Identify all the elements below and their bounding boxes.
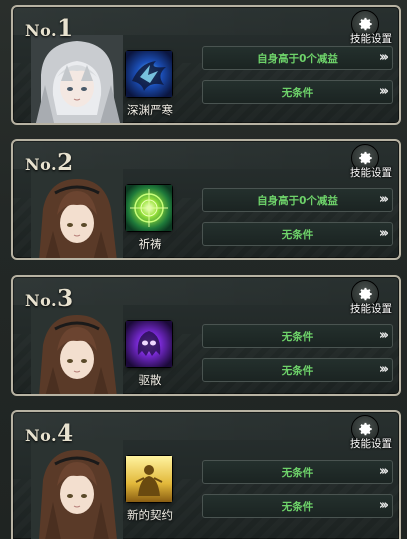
condition-button-2[interactable]: 无条件 ››› [202,358,393,382]
condition-text: 无条件 [281,330,314,343]
chevrons-right-icon: ››› [378,192,389,207]
condition-text: 无条件 [281,466,314,479]
condition-text: 无条件 [281,500,314,513]
character-portrait-brown-hair[interactable] [31,169,123,258]
skill-slot-1: No.1 深渊严寒 自身高于0个减益 ››› 无条件 ››› 技能设置 [11,5,401,125]
chevrons-right-icon: ››› [378,226,389,241]
slot-number-label: No.1 [25,15,74,42]
condition-text: 无条件 [281,86,314,99]
skill-slot-2: No.2 祈祷 自身高于0个减益 ››› 无条件 ››› 技能设置 [11,139,401,260]
golden-figure-icon[interactable] [126,456,172,502]
chevrons-right-icon: ››› [378,84,389,99]
skill-settings-label[interactable]: 技能设置 [350,301,392,316]
condition-button-2[interactable]: 无条件 ››› [202,222,393,246]
condition-button-2[interactable]: 无条件 ››› [202,494,393,518]
character-portrait-silver-hair[interactable] [31,35,123,123]
chevrons-right-icon: ››› [378,498,389,513]
skill-settings-label[interactable]: 技能设置 [350,31,392,46]
chevrons-right-icon: ››› [378,50,389,65]
slot-number-label: No.2 [25,149,74,176]
condition-text: 自身高于0个减益 [257,52,338,65]
chevrons-right-icon: ››› [378,362,389,377]
condition-button-1[interactable]: 无条件 ››› [202,324,393,348]
condition-button-1[interactable]: 自身高于0个减益 ››› [202,188,393,212]
character-portrait-brown-hair[interactable] [31,305,123,394]
skill-settings-label[interactable]: 技能设置 [350,165,392,180]
character-portrait-brown-hair[interactable] [31,440,123,539]
skill-name: 驱散 [138,373,162,387]
skill-name: 祈祷 [138,237,162,251]
condition-text: 无条件 [281,228,314,241]
purple-ghost-icon[interactable] [126,321,172,367]
skill-name: 新的契约 [127,508,173,522]
slot-number-label: No.4 [25,420,74,447]
condition-button-2[interactable]: 无条件 ››› [202,80,393,104]
skill-name: 深渊严寒 [127,103,173,117]
condition-button-1[interactable]: 自身高于0个减益 ››› [202,46,393,70]
condition-text: 自身高于0个减益 [257,194,338,207]
condition-text: 无条件 [281,364,314,377]
skill-slot-3: No.3 驱散 无条件 ››› 无条件 ››› 技能设置 [11,275,401,396]
condition-button-1[interactable]: 无条件 ››› [202,460,393,484]
skill-settings-label[interactable]: 技能设置 [350,436,392,451]
slot-number-label: No.3 [25,285,74,312]
skill-slot-4: No.4 新的契约 无条件 ››› 无条件 ››› 技能设置 [11,410,401,539]
dark-ice-wing-icon[interactable] [126,51,172,97]
chevrons-right-icon: ››› [378,328,389,343]
green-target-glow-icon[interactable] [126,185,172,231]
chevrons-right-icon: ››› [378,464,389,479]
